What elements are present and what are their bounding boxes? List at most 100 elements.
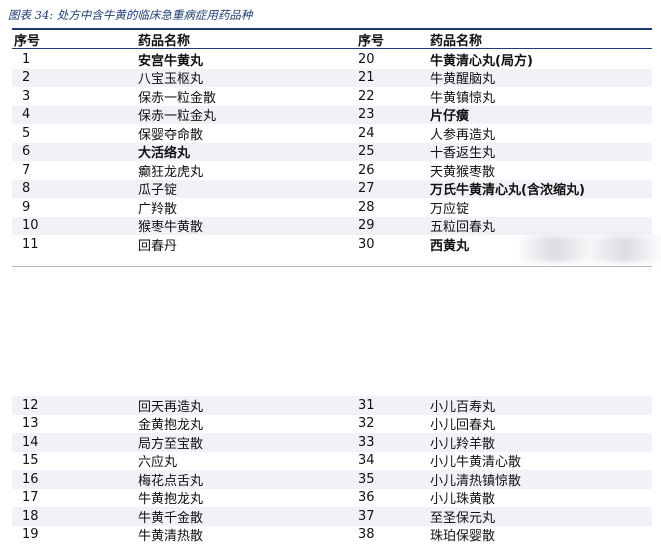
table-bottom-rule (12, 266, 652, 267)
table-row: 6大活络丸25十香返生丸 (12, 143, 652, 162)
cell-name-left: 回天再造丸 (138, 396, 358, 415)
header-name-right: 药品名称 (430, 30, 652, 49)
cell-name-right: 万氏牛黄清心丸(含浓缩丸) (430, 179, 652, 198)
cell-name-right: 牛黄醒脑丸 (430, 68, 652, 87)
cell-no-right: 24 (358, 126, 430, 141)
cell-name-left: 回春丹 (138, 235, 358, 254)
cell-no-left: 10 (12, 218, 138, 233)
cell-name-right: 牛黄镇惊丸 (430, 87, 652, 106)
cell-no-right: 37 (358, 509, 430, 524)
cell-name-right: 小儿牛黄清心散 (430, 451, 652, 470)
cell-no-left: 16 (12, 472, 138, 487)
cell-no-right: 30 (358, 237, 430, 252)
cell-no-left: 9 (12, 200, 138, 215)
cell-no-right: 31 (358, 398, 430, 413)
cell-no-left: 11 (12, 237, 138, 252)
cell-no-right: 23 (358, 107, 430, 122)
cell-name-left: 金黄抱龙丸 (138, 414, 358, 433)
table-row: 14局方至宝散33小儿羚羊散 (12, 433, 652, 452)
table-row: 13金黄抱龙丸32小儿回春丸 (12, 415, 652, 434)
cell-no-right: 33 (358, 435, 430, 450)
table-row: 17牛黄抱龙丸36小儿珠黄散 (12, 489, 652, 508)
cell-name-right: 小儿羚羊散 (430, 433, 652, 452)
cell-name-left: 牛黄抱龙丸 (138, 488, 358, 507)
cell-name-left: 保赤一粒金丸 (138, 105, 358, 124)
cell-no-left: 19 (12, 527, 138, 542)
cell-name-right: 至圣保元丸 (430, 507, 652, 526)
cell-no-right: 35 (358, 472, 430, 487)
blurred-watermark (520, 236, 660, 262)
table-body-bottom: 12回天再造丸31小儿百寿丸13金黄抱龙丸32小儿回春丸14局方至宝散33小儿羚… (12, 396, 652, 544)
cell-name-left: 广羚散 (138, 198, 358, 217)
cell-name-left: 梅花点舌丸 (138, 470, 358, 489)
cell-no-right: 22 (358, 89, 430, 104)
cell-name-right: 小儿回春丸 (430, 414, 652, 433)
cell-no-right: 34 (358, 453, 430, 468)
header-no-right: 序号 (358, 30, 430, 49)
cell-name-right: 天黄猴枣散 (430, 161, 652, 180)
cell-no-left: 12 (12, 398, 138, 413)
cell-no-right: 26 (358, 163, 430, 178)
table-row: 1安宫牛黄丸20牛黄清心丸(局方) (12, 50, 652, 69)
table-row: 8瓜子锭27万氏牛黄清心丸(含浓缩丸) (12, 180, 652, 199)
cell-name-right: 小儿清热镇惊散 (430, 470, 652, 489)
cell-no-right: 32 (358, 416, 430, 431)
cell-name-left: 保婴夺命散 (138, 124, 358, 143)
cell-no-right: 25 (358, 144, 430, 159)
cell-name-left: 局方至宝散 (138, 433, 358, 452)
cell-name-right: 小儿百寿丸 (430, 396, 652, 415)
cell-name-left: 八宝玉枢丸 (138, 68, 358, 87)
cell-no-right: 21 (358, 70, 430, 85)
cell-no-left: 13 (12, 416, 138, 431)
cell-no-left: 3 (12, 89, 138, 104)
table-row: 5保婴夺命散24人参再造丸 (12, 124, 652, 143)
cell-name-right: 五粒回春丸 (430, 216, 652, 235)
cell-no-right: 29 (358, 218, 430, 233)
cell-name-right: 小儿珠黄散 (430, 488, 652, 507)
cell-no-right: 27 (358, 181, 430, 196)
cell-no-left: 4 (12, 107, 138, 122)
header-name-left: 药品名称 (138, 30, 358, 49)
cell-name-left: 牛黄千金散 (138, 507, 358, 526)
cell-name-right: 片仔癀 (430, 105, 652, 124)
cell-no-left: 15 (12, 453, 138, 468)
cell-no-left: 8 (12, 181, 138, 196)
table-header: 序号 药品名称 序号 药品名称 (12, 30, 652, 48)
cell-no-left: 14 (12, 435, 138, 450)
cell-name-left: 癫狂龙虎丸 (138, 161, 358, 180)
header-no-left: 序号 (12, 30, 138, 49)
cell-no-left: 1 (12, 52, 138, 67)
cell-name-right: 珠珀保婴散 (430, 525, 652, 544)
table-row: 2八宝玉枢丸21牛黄醒脑丸 (12, 69, 652, 88)
cell-no-right: 20 (358, 52, 430, 67)
cell-name-left: 安宫牛黄丸 (138, 50, 358, 69)
cell-name-right: 人参再造丸 (430, 124, 652, 143)
cell-no-left: 7 (12, 163, 138, 178)
cell-no-right: 38 (358, 527, 430, 542)
table-row: 15六应丸34小儿牛黄清心散 (12, 452, 652, 471)
cell-name-left: 保赤一粒金散 (138, 87, 358, 106)
cell-no-right: 36 (358, 490, 430, 505)
cell-no-left: 17 (12, 490, 138, 505)
table-row: 18牛黄千金散37至圣保元丸 (12, 507, 652, 526)
cell-no-left: 2 (12, 70, 138, 85)
table-row: 4保赤一粒金丸23片仔癀 (12, 106, 652, 125)
table-body-top: 1安宫牛黄丸20牛黄清心丸(局方)2八宝玉枢丸21牛黄醒脑丸3保赤一粒金散22牛… (12, 50, 652, 254)
table-row: 10猴枣牛黄散29五粒回春丸 (12, 217, 652, 236)
table-row: 9广羚散28万应锭 (12, 198, 652, 217)
cell-name-left: 瓜子锭 (138, 179, 358, 198)
cell-no-right: 28 (358, 200, 430, 215)
cell-no-left: 5 (12, 126, 138, 141)
cell-name-right: 万应锭 (430, 198, 652, 217)
cell-no-left: 18 (12, 509, 138, 524)
cell-no-left: 6 (12, 144, 138, 159)
cell-name-left: 六应丸 (138, 451, 358, 470)
table-row: 3保赤一粒金散22牛黄镇惊丸 (12, 87, 652, 106)
header-row: 序号 药品名称 序号 药品名称 (12, 30, 652, 48)
cell-name-right: 十香返生丸 (430, 142, 652, 161)
table-row: 19牛黄清热散38珠珀保婴散 (12, 526, 652, 544)
table-row: 16梅花点舌丸35小儿清热镇惊散 (12, 470, 652, 489)
cell-name-left: 牛黄清热散 (138, 525, 358, 544)
cell-name-left: 大活络丸 (138, 142, 358, 161)
table-caption: 图表 34: 处方中含牛黄的临床急重病症用药品种 (8, 7, 252, 23)
